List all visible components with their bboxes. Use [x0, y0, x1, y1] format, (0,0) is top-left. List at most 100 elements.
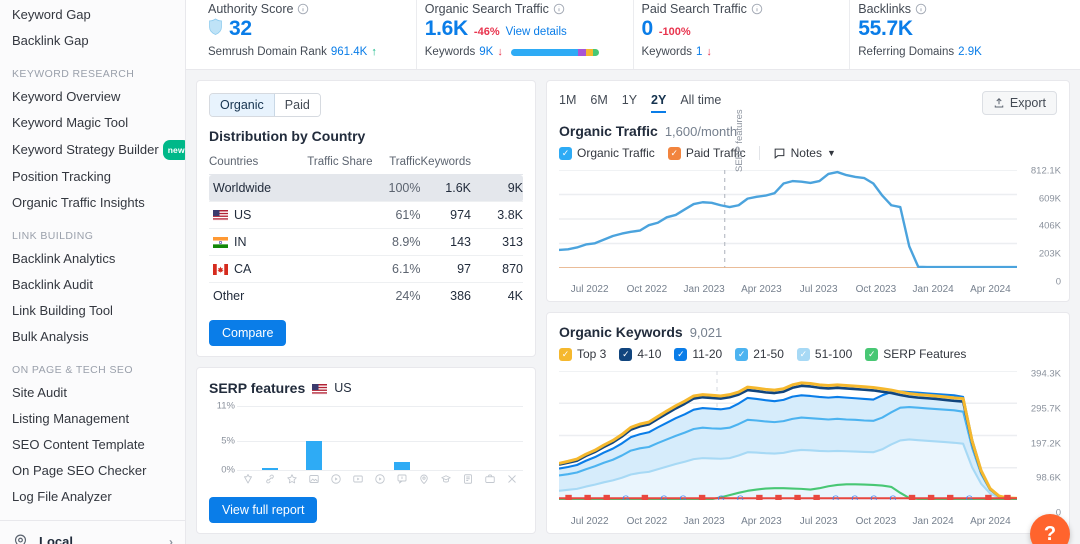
- flag-us-icon: [312, 383, 328, 395]
- range-2y[interactable]: 2Y: [651, 93, 667, 113]
- sidebar-item-site-audit[interactable]: Site Audit: [0, 380, 185, 406]
- chevron-down-icon: ▼: [826, 148, 836, 158]
- tab-organic[interactable]: Organic: [210, 94, 275, 116]
- faq-icon[interactable]: [457, 473, 479, 485]
- sidebar-item-backlink-gap[interactable]: Backlink Gap: [0, 28, 185, 54]
- view-details-link[interactable]: View details: [506, 26, 567, 38]
- legend-organic-traffic[interactable]: ✓ Organic Traffic: [559, 146, 655, 160]
- range-6m[interactable]: 6M: [590, 93, 607, 113]
- discussions-icon[interactable]: [391, 473, 413, 485]
- metric-card-authority-score[interactable]: Authority Score 32 Semrush Domain Rank 9…: [200, 0, 417, 69]
- local-pack-icon[interactable]: [413, 473, 435, 485]
- sitelinks-icon[interactable]: [259, 473, 281, 485]
- legend-label: SERP Features: [883, 347, 967, 361]
- organic-keywords-panel: Organic Keywords 9,021 ✓ Top 3 ✓ 4-10 ✓ 11-20…: [546, 312, 1070, 534]
- y-tick-label: 98.6K: [1036, 472, 1061, 484]
- cell-traffic[interactable]: 97: [420, 255, 471, 283]
- info-icon[interactable]: [297, 3, 309, 15]
- organic-keywords-chart[interactable]: GGGGGGGGGG 0 98.6K 197.2K 295.7K 394.3K: [551, 365, 1065, 518]
- cell-keywords[interactable]: 313: [471, 228, 523, 256]
- sidebar-item-log-file-analyzer[interactable]: Log File Analyzer: [0, 484, 185, 510]
- sidebar-scroll-area[interactable]: Keyword Gap Backlink Gap KEYWORD RESEARC…: [0, 0, 185, 544]
- compare-button[interactable]: Compare: [209, 320, 287, 346]
- metric-card-organic-search-traffic[interactable]: Organic Search Traffic 1.6K -46% View de…: [417, 0, 634, 69]
- svg-text:G: G: [832, 494, 839, 500]
- serp-feature-bar[interactable]: [394, 462, 410, 470]
- knowledge-panel-icon[interactable]: [435, 473, 457, 485]
- featured-snippet-icon[interactable]: [237, 473, 259, 485]
- checkbox-icon[interactable]: ✓: [559, 146, 572, 160]
- organic-keywords-plot: GGGGGGGGGG: [559, 371, 1017, 500]
- metric-card-paid-search-traffic[interactable]: Paid Search Traffic 0 -100% Keywords 1 ↓: [634, 0, 851, 69]
- jobs-icon[interactable]: [479, 473, 501, 485]
- checkbox-icon[interactable]: ✓: [796, 347, 810, 361]
- cell-traffic[interactable]: 143: [420, 228, 471, 256]
- info-icon[interactable]: [553, 3, 565, 15]
- video-carousel-icon[interactable]: [347, 473, 369, 485]
- table-row[interactable]: CA 6.1% 97 870: [209, 255, 523, 283]
- cell-keywords[interactable]: 870: [471, 255, 523, 283]
- sidebar-heading-keyword-research: KEYWORD RESEARCH: [12, 68, 135, 80]
- checkbox-icon[interactable]: ✓: [865, 347, 879, 361]
- distribution-panel: Organic Paid Distribution by Country Cou…: [196, 80, 536, 357]
- sidebar-item-keyword-overview[interactable]: Keyword Overview: [0, 84, 185, 110]
- range-1m[interactable]: 1M: [559, 93, 576, 113]
- featured-video-icon[interactable]: [369, 473, 391, 485]
- notes-dropdown[interactable]: Notes ▼: [758, 146, 836, 160]
- sidebar-item-organic-traffic-insights[interactable]: Organic Traffic Insights: [0, 190, 185, 216]
- legend-serp-features[interactable]: ✓ SERP Features: [865, 347, 966, 361]
- x-tick-label: Jul 2023: [799, 284, 838, 295]
- cell-traffic: 1.6K: [420, 174, 471, 202]
- legend-11-20[interactable]: ✓ 11-20: [674, 347, 722, 361]
- legend-top-3[interactable]: ✓ Top 3: [559, 347, 606, 361]
- tab-paid[interactable]: Paid: [274, 94, 320, 116]
- sidebar-item-seo-content-template[interactable]: SEO Content Template: [0, 432, 185, 458]
- sidebar-item-backlink-audit[interactable]: Backlink Audit: [0, 272, 185, 298]
- y-tick-label: 5%: [221, 435, 235, 447]
- checkbox-icon[interactable]: ✓: [674, 347, 688, 361]
- sidebar-item-backlink-analytics[interactable]: Backlink Analytics: [0, 246, 185, 272]
- export-button[interactable]: Export: [981, 91, 1057, 115]
- table-row[interactable]: US 61% 974 3.8K: [209, 201, 523, 229]
- range-1y[interactable]: 1Y: [622, 93, 637, 113]
- sidebar-group-local[interactable]: Local ›: [0, 525, 185, 544]
- checkbox-icon[interactable]: ✓: [735, 347, 749, 361]
- table-row[interactable]: IN 8.9% 143 313: [209, 228, 523, 256]
- video-icon[interactable]: [325, 473, 347, 485]
- table-row[interactable]: Worldwide 100% 1.6K 9K: [209, 174, 523, 202]
- organic-traffic-chart[interactable]: 0 203K 406K 609K 812.1K SERP features: [551, 109, 1065, 287]
- metric-card-backlinks[interactable]: Backlinks 55.7K Referring Domains 2.9K: [850, 0, 1066, 69]
- sidebar-item-listing-management[interactable]: Listing Management: [0, 406, 185, 432]
- info-icon[interactable]: [751, 3, 763, 15]
- organic-paid-toggle[interactable]: Organic Paid: [209, 93, 321, 117]
- sidebar-item-bulk-analysis[interactable]: Bulk Analysis: [0, 324, 185, 350]
- serp-feature-bar[interactable]: [262, 467, 278, 470]
- sidebar-item-link-building-tool[interactable]: Link Building Tool: [0, 298, 185, 324]
- twitter-x-icon[interactable]: [501, 473, 523, 485]
- checkbox-icon[interactable]: ✓: [667, 146, 681, 160]
- range-all-time[interactable]: All time: [680, 93, 721, 113]
- legend-51-100[interactable]: ✓ 51-100: [796, 347, 852, 361]
- cell-keywords[interactable]: 3.8K: [471, 201, 523, 229]
- serp-feature-bar[interactable]: [306, 440, 322, 470]
- legend-21-50[interactable]: ✓ 21-50: [735, 347, 784, 361]
- svg-text:G: G: [718, 494, 725, 500]
- info-icon[interactable]: [915, 3, 927, 15]
- sidebar-item-keyword-gap[interactable]: Keyword Gap: [0, 2, 185, 28]
- sidebar-item-on-page-seo-checker[interactable]: On Page SEO Checker: [0, 458, 185, 484]
- legend-4-10[interactable]: ✓ 4-10: [619, 347, 661, 361]
- organic-traffic-plot: [559, 170, 1017, 268]
- table-row[interactable]: Other 24% 386 4K: [209, 282, 523, 309]
- reviews-star-icon[interactable]: [281, 473, 303, 485]
- checkbox-icon[interactable]: ✓: [619, 347, 633, 361]
- sidebar-item-keyword-strategy-builder[interactable]: Keyword Strategy Builder new: [0, 136, 185, 164]
- view-full-report-button[interactable]: View full report: [209, 497, 318, 523]
- chevron-right-icon: ›: [169, 534, 173, 544]
- sidebar-item-position-tracking[interactable]: Position Tracking: [0, 164, 185, 190]
- time-range-selector[interactable]: 1M 6M 1Y 2Y All time Export: [547, 81, 1069, 115]
- cell-traffic[interactable]: 974: [420, 201, 471, 229]
- sidebar-item-keyword-magic-tool[interactable]: Keyword Magic Tool: [0, 110, 185, 136]
- checkbox-icon[interactable]: ✓: [559, 347, 572, 361]
- image-pack-icon[interactable]: [303, 473, 325, 485]
- export-icon: [993, 97, 1005, 109]
